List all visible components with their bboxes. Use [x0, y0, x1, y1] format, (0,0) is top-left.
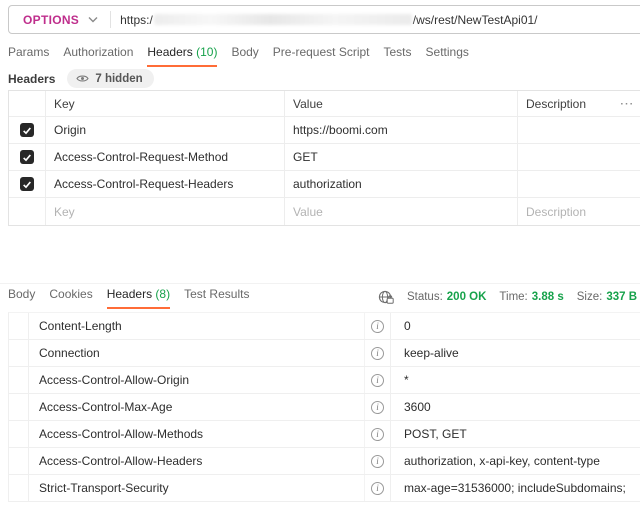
size-label: Size:	[577, 291, 603, 303]
status-value: 200 OK	[447, 291, 487, 303]
info-icon[interactable]: i	[371, 455, 384, 468]
table-row: Access-Control-Max-Age i 3600	[9, 394, 640, 421]
response-header-value: POST, GET	[391, 427, 640, 441]
header-description-cell[interactable]	[517, 117, 613, 143]
info-icon[interactable]: i	[371, 374, 384, 387]
response-header-key: Access-Control-Allow-Headers	[29, 448, 365, 474]
response-header-value: authorization, x-api-key, content-type	[391, 454, 640, 468]
header-value-cell[interactable]: authorization	[284, 171, 517, 197]
table-row: Origin https://boomi.com	[9, 117, 640, 144]
response-header-value: keep-alive	[391, 346, 640, 360]
table-row: Access-Control-Request-Headers authoriza…	[9, 171, 640, 198]
hidden-headers-label: 7 hidden	[95, 73, 142, 85]
response-divider	[0, 283, 640, 284]
table-empty-row: Key Value Description	[9, 198, 640, 225]
column-value: Value	[284, 91, 517, 116]
response-header-value: *	[391, 373, 640, 387]
header-key-cell[interactable]: Access-Control-Request-Headers	[45, 171, 284, 197]
request-url-bar: OPTIONS https:/ /ws/rest/NewTestApi01/	[8, 5, 640, 34]
info-icon[interactable]: i	[371, 428, 384, 441]
tab-response-headers[interactable]: Headers (8)	[107, 287, 170, 309]
tab-test-results[interactable]: Test Results	[184, 287, 249, 309]
info-icon[interactable]: i	[371, 347, 384, 360]
header-description-cell[interactable]	[517, 144, 613, 170]
tab-settings[interactable]: Settings	[426, 45, 469, 67]
response-header-key: Access-Control-Allow-Methods	[29, 421, 365, 447]
table-row: Access-Control-Allow-Methods i POST, GET	[9, 421, 640, 448]
table-header-row: Key Value Description ⋯	[9, 91, 640, 117]
response-headers-count-badge: (8)	[155, 287, 170, 301]
tab-pre-request-script[interactable]: Pre-request Script	[273, 45, 370, 67]
response-headers-table: Content-Length i 0 Connection i keep-ali…	[8, 312, 640, 502]
table-row: Content-Length i 0	[9, 313, 640, 340]
header-value-cell[interactable]: https://boomi.com	[284, 117, 517, 143]
status-label: Status:	[407, 291, 443, 303]
table-row: Access-Control-Allow-Headers i authoriza…	[9, 448, 640, 475]
chevron-down-icon[interactable]	[88, 16, 98, 23]
response-header-value: 3600	[391, 400, 640, 414]
tab-response-body[interactable]: Body	[8, 287, 35, 309]
time-value: 3.88 s	[532, 291, 564, 303]
header-value-cell[interactable]: GET	[284, 144, 517, 170]
url-redacted-segment	[154, 14, 412, 25]
url-suffix: /ws/rest/NewTestApi01/	[413, 13, 538, 27]
row-checkbox[interactable]	[20, 123, 34, 137]
table-row: Connection i keep-alive	[9, 340, 640, 367]
info-icon[interactable]: i	[371, 320, 384, 333]
tab-authorization[interactable]: Authorization	[63, 45, 133, 67]
response-header-value: max-age=31536000; includeSubdomains;	[391, 481, 640, 495]
table-row: Access-Control-Request-Method GET	[9, 144, 640, 171]
table-row: Strict-Transport-Security i max-age=3153…	[9, 475, 640, 502]
tab-headers[interactable]: Headers (10)	[147, 45, 217, 67]
value-input-placeholder[interactable]: Value	[284, 198, 517, 225]
hidden-headers-toggle[interactable]: 7 hidden	[67, 69, 153, 88]
more-options-icon[interactable]: ⋯	[613, 91, 640, 116]
tab-response-cookies[interactable]: Cookies	[49, 287, 92, 309]
headers-section-header: Headers 7 hidden	[8, 69, 154, 88]
request-headers-table: Key Value Description ⋯ Origin https://b…	[8, 90, 640, 226]
tab-params[interactable]: Params	[8, 45, 49, 67]
response-header-value: 0	[391, 319, 640, 333]
response-header-key: Connection	[29, 340, 365, 366]
response-header-key: Access-Control-Max-Age	[29, 394, 365, 420]
tab-body[interactable]: Body	[231, 45, 258, 67]
headers-count-badge: (10)	[196, 45, 217, 59]
size-value: 337 B	[606, 291, 637, 303]
column-description: Description	[517, 91, 613, 116]
headers-section-title: Headers	[8, 72, 55, 86]
row-checkbox[interactable]	[20, 150, 34, 164]
key-input-placeholder[interactable]: Key	[45, 198, 284, 225]
tab-tests[interactable]: Tests	[384, 45, 412, 67]
response-header-key: Access-Control-Allow-Origin	[29, 367, 365, 393]
response-header-key: Strict-Transport-Security	[29, 475, 365, 501]
description-input-placeholder[interactable]: Description	[517, 198, 613, 225]
row-checkbox[interactable]	[20, 177, 34, 191]
info-icon[interactable]: i	[371, 482, 384, 495]
header-description-cell[interactable]	[517, 171, 613, 197]
response-tabs: Body Cookies Headers (8) Test Results	[8, 287, 249, 309]
column-key: Key	[45, 91, 284, 116]
info-icon[interactable]: i	[371, 401, 384, 414]
time-label: Time:	[499, 291, 527, 303]
url-input[interactable]: https:/ /ws/rest/NewTestApi01/	[111, 13, 537, 27]
request-tabs: Params Authorization Headers (10) Body P…	[8, 45, 469, 67]
method-selector[interactable]: OPTIONS	[9, 13, 79, 27]
table-row: Access-Control-Allow-Origin i *	[9, 367, 640, 394]
header-key-cell[interactable]: Origin	[45, 117, 284, 143]
url-prefix: https:/	[120, 13, 153, 27]
response-header-key: Content-Length	[29, 313, 365, 339]
response-status-bar: Status: 200 OK Time: 3.88 s Size:337 B	[378, 290, 637, 304]
header-key-cell[interactable]: Access-Control-Request-Method	[45, 144, 284, 170]
globe-lock-icon[interactable]	[378, 290, 394, 304]
eye-icon	[76, 74, 89, 83]
